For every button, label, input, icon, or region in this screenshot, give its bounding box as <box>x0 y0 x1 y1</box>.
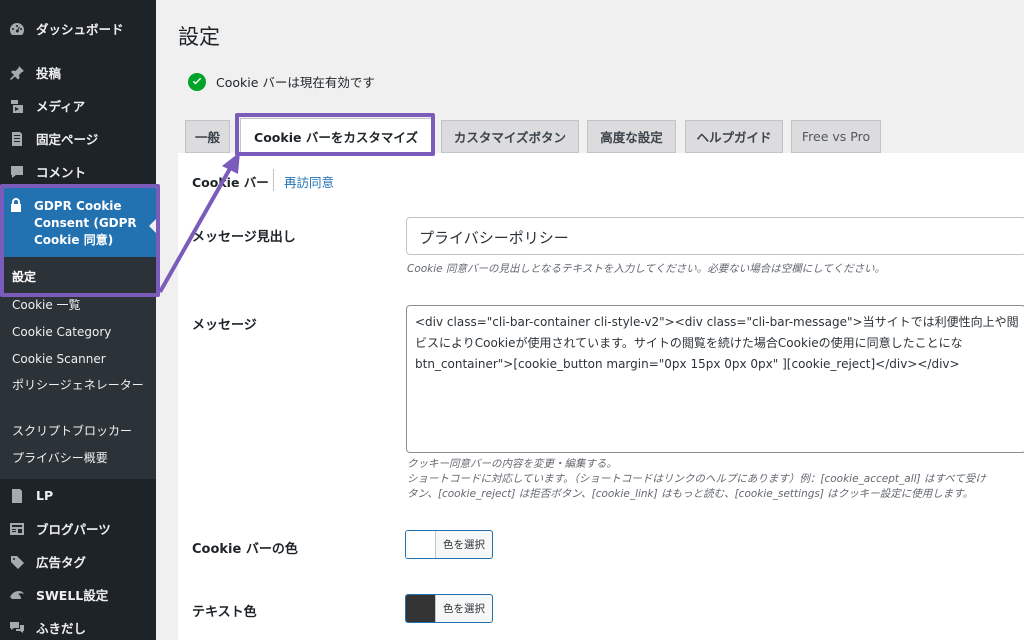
bar-color-swatch <box>406 531 436 558</box>
tab-help-guide[interactable]: ヘルプガイド <box>685 120 783 153</box>
status-text: Cookie バーは現在有効です <box>216 75 375 90</box>
menu-label: ふきだし <box>36 621 87 636</box>
balloon-icon <box>8 619 26 637</box>
text-color-label: テキスト色 <box>192 605 257 620</box>
textarea-line: ビスによりCookieが使用されています。サイトの閲覧を続けた場合Cookieの… <box>415 336 963 350</box>
menu-item-ad-tag[interactable]: 広告タグ <box>0 545 156 578</box>
menu-item-balloon[interactable]: ふきだし <box>0 611 156 640</box>
menu-item-swell-settings[interactable]: SWELL設定 <box>0 578 156 611</box>
dashboard-icon <box>8 20 26 38</box>
submenu-item-cookie-category[interactable]: Cookie Category <box>12 324 148 340</box>
tab-free-vs-pro[interactable]: Free vs Pro <box>791 120 881 153</box>
gdpr-submenu: 設定 Cookie 一覧 Cookie Category Cookie Scan… <box>0 257 156 479</box>
status-notice: Cookie バーは現在有効です <box>188 72 375 91</box>
heading-input[interactable]: プライバシーポリシー <box>406 217 1024 255</box>
menu-item-dashboard[interactable]: ダッシュボード <box>0 12 156 45</box>
admin-sidebar: ダッシュボード 投稿 メディア 固定ページ コメント GDPR Cookie C… <box>0 0 156 640</box>
menu-label: ブログパーツ <box>36 522 111 537</box>
main-content: 設定 Cookie バーは現在有効です 一般 Cookie バーをカスタマイズ … <box>156 0 1024 640</box>
subtab-divider <box>273 169 274 191</box>
text-color-picker-button[interactable]: 色を選択 <box>405 594 493 623</box>
heading-field-label: メッセージ見出し <box>192 230 296 245</box>
lock-icon <box>8 197 26 215</box>
message-field-label: メッセージ <box>192 318 257 333</box>
blog-parts-icon <box>8 520 26 538</box>
submenu-item-policy-generator[interactable]: ポリシージェネレーター <box>12 377 148 394</box>
tab-advanced[interactable]: 高度な設定 <box>587 120 676 153</box>
menu-item-lp[interactable]: LP <box>0 479 156 512</box>
message-help-line: クッキー同意バーの内容を変更・編集する。 <box>407 458 617 470</box>
submenu-item-cookie-list[interactable]: Cookie 一覧 <box>12 297 148 313</box>
menu-item-blog-parts[interactable]: ブログパーツ <box>0 512 156 545</box>
check-circle-icon <box>188 72 206 91</box>
lp-icon <box>8 487 26 505</box>
message-textarea[interactable]: <div class="cli-bar-container cli-style-… <box>406 305 1024 453</box>
submenu-item-privacy-overview[interactable]: プライバシー概要 <box>12 450 148 466</box>
text-color-swatch <box>406 595 436 622</box>
menu-item-posts[interactable]: 投稿 <box>0 56 156 89</box>
menu-item-pages[interactable]: 固定ページ <box>0 122 156 155</box>
select-color-label: 色を選択 <box>443 539 485 551</box>
menu-label: メディア <box>36 99 86 114</box>
message-help-line: タン、[cookie_reject] は拒否ボタン、[cookie_link] … <box>407 488 974 500</box>
menu-label: LP <box>36 488 54 503</box>
message-help-line: ショートコードに対応しています。（ショートコードはリンクのヘルプにあります）例：… <box>407 473 986 485</box>
ad-tag-icon <box>8 553 26 571</box>
textarea-line: <div class="cli-bar-container cli-style-… <box>415 315 1019 329</box>
tab-customize-cookie-bar[interactable]: Cookie バーをカスタマイズ <box>240 118 432 154</box>
pin-icon <box>8 64 26 82</box>
tab-general[interactable]: 一般 <box>185 120 230 153</box>
menu-label: GDPR Cookie Consent (GDPR Cookie 同意) <box>34 199 137 247</box>
menu-label: 広告タグ <box>36 555 87 570</box>
current-menu-arrow <box>149 219 156 233</box>
bar-color-picker-button[interactable]: 色を選択 <box>405 530 493 559</box>
swell-icon <box>8 586 26 604</box>
menu-label: ダッシュボード <box>36 22 124 37</box>
tab-customize-buttons[interactable]: カスタマイズボタン <box>441 120 579 153</box>
menu-item-comments[interactable]: コメント <box>0 155 156 188</box>
select-color-label: 色を選択 <box>443 603 485 615</box>
submenu-item-cookie-scanner[interactable]: Cookie Scanner <box>12 351 148 367</box>
page-title: 設定 <box>178 25 220 49</box>
submenu-item-settings[interactable]: 設定 <box>12 269 148 285</box>
menu-label: 投稿 <box>36 66 62 81</box>
bar-color-label: Cookie バーの色 <box>192 542 298 557</box>
menu-item-gdpr-cookie-consent[interactable]: GDPR Cookie Consent (GDPR Cookie 同意) <box>0 187 156 257</box>
menu-label: コメント <box>36 165 87 180</box>
subtab-revisit-consent[interactable]: 再訪同意 <box>284 172 334 191</box>
menu-item-media[interactable]: メディア <box>0 89 156 122</box>
page-icon <box>8 130 26 148</box>
menu-label: 固定ページ <box>36 132 99 147</box>
comment-icon <box>8 163 26 181</box>
subtab-cookie-bar[interactable]: Cookie バー <box>192 172 269 191</box>
heading-help-text: Cookie 同意バーの見出しとなるテキストを入力してください。必要ない場合は空… <box>407 263 886 275</box>
media-icon <box>8 97 26 115</box>
menu-label: SWELL設定 <box>36 588 109 603</box>
textarea-line: btn_container">[cookie_button margin="0p… <box>415 357 960 371</box>
submenu-item-script-blocker[interactable]: スクリプトブロッカー <box>12 423 148 439</box>
